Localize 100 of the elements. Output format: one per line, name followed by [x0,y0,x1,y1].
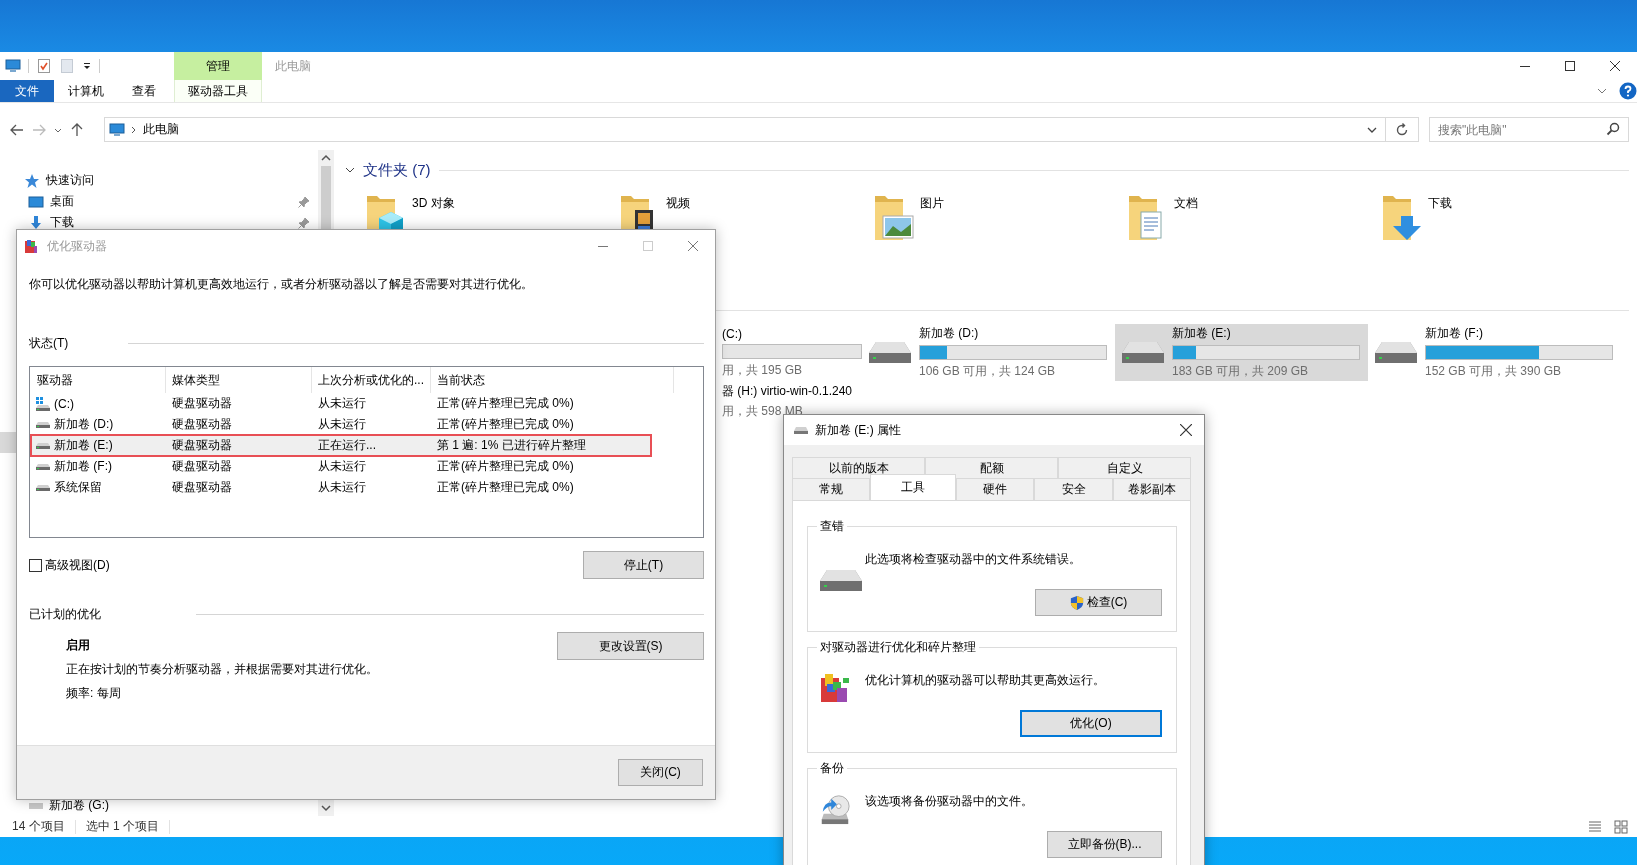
hard-drive-icon [1374,339,1418,366]
help-icon[interactable] [1619,82,1637,100]
search-field[interactable]: 搜索"此电脑" [1429,117,1629,142]
tab[interactable]: 工具 [870,474,957,500]
star-icon [24,172,40,189]
ribbon-tab[interactable]: 驱动器工具 [174,80,262,102]
media-type-cell-text: 硬盘驱动器 [171,458,233,475]
drive-cell: 新加卷 (D:) [31,414,166,435]
tab[interactable]: 配额 [925,457,1058,478]
nav-item[interactable]: 下载 [0,212,318,233]
status-cell-text: 正常(碎片整理已完成 0%) [436,416,575,433]
last-run-cell-text: 从未运行 [317,458,367,475]
drive-row[interactable]: 新加卷 (E:) 硬盘驱动器 正在运行... 第 1 遍: 1% 已进行碎片整理 [31,435,651,456]
computer-icon [109,121,125,138]
tab[interactable]: 卷影副本 [1112,478,1192,500]
defragment-icon [819,672,851,704]
selection-count: 选中 1 个项目 [85,818,160,835]
drive-row[interactable]: 新加卷 (F:) 硬盘驱动器 从未运行 正常(碎片整理已完成 0%) [31,456,674,477]
shield-icon [1069,594,1084,611]
backup-disc-icon [819,793,851,825]
dropdown-icon[interactable] [82,61,92,71]
nav-item[interactable]: 快速访问 [0,170,318,191]
group-description: 优化计算机的驱动器可以帮助其更高效运行。 [865,672,1106,688]
backup-button[interactable]: 立即备份(B)... [1047,831,1162,858]
properties-icon[interactable] [36,58,52,74]
drive-icon [35,442,51,449]
ribbon-tab[interactable]: 查看 [118,80,170,102]
tab[interactable]: 硬件 [956,478,1035,500]
drive-item[interactable]: 新加卷 (F:) 152 GB 可用，共 390 GB [1368,324,1621,381]
item-count: 14 个项目 [12,818,65,835]
hard-drive-icon [819,568,863,594]
group-title: 对驱动器进行优化和碎片整理 [819,639,977,655]
column-header[interactable]: 上次分析或优化的... [312,367,431,393]
drive-icon [29,802,43,809]
drive-item[interactable]: 新加卷 (E:) 183 GB 可用，共 209 GB [1115,324,1368,381]
search-icon [1605,121,1621,137]
up-arrow-icon[interactable] [69,121,85,138]
dialog-title: 优化驱动器 [47,237,107,255]
schedule-frequency: 频率: 每周 [66,685,122,701]
optimize-button[interactable]: 优化(O) [1020,710,1162,737]
column-header[interactable]: 媒体类型 [166,367,312,393]
close-icon [1180,424,1192,436]
tab[interactable]: 安全 [1034,478,1113,500]
selected-nav-item-highlight [0,432,16,453]
change-settings-button[interactable]: 更改设置(S) [557,632,704,660]
status-cell-text: 第 1 遍: 1% 已进行碎片整理 [436,437,587,454]
breadcrumb-item[interactable]: 此电脑 [143,121,179,138]
drive-row[interactable]: (C:) 硬盘驱动器 从未运行 正常(碎片整理已完成 0%) [31,393,674,414]
group-title: 备份 [819,760,845,776]
advanced-view-checkbox[interactable]: 高级视图(D) [29,556,110,574]
section-label: 已计划的优化 [29,605,101,623]
status-cell-text: 正常(碎片整理已完成 0%) [436,458,575,475]
group-heading[interactable]: 文件夹 (7) [363,160,431,180]
status-cell-text: 正常(碎片整理已完成 0%) [436,479,575,496]
schedule-description: 正在按计划的节奏分析驱动器，并根据需要对其进行优化。 [66,661,378,677]
column-header[interactable]: 当前状态 [431,367,674,393]
tab[interactable]: 以前的版本 [792,457,925,478]
folder-item[interactable]: 图片 [864,192,1118,248]
drive-row[interactable]: 系统保留 硬盘驱动器 从未运行 正常(碎片整理已完成 0%) [31,477,674,498]
minimize-icon [597,245,608,247]
drive-cell: 新加卷 (F:) [31,456,166,477]
maximize-icon [1564,61,1575,71]
collapse-chevron-icon[interactable] [345,165,355,175]
ribbon-tab[interactable]: 文件 [0,80,54,102]
hard-drive-icon [1121,339,1165,366]
media-type-cell-text: 硬盘驱动器 [171,437,233,454]
address-bar[interactable]: 此电脑 [104,117,1386,142]
refresh-button[interactable] [1386,117,1419,142]
pin-icon[interactable] [298,195,310,208]
maximize-icon [642,241,653,251]
last-run-cell-text: 从未运行 [317,416,367,433]
group-description: 此选项将检查驱动器中的文件系统错误。 [865,551,1082,567]
tab[interactable]: 常规 [792,478,871,500]
drive-icon [35,463,51,470]
ribbon-tab[interactable]: 计算机 [54,80,118,102]
folder-item[interactable]: 文档 [1118,192,1372,248]
tab[interactable]: 自定义 [1058,457,1191,478]
large-icons-view-icon[interactable] [1613,818,1629,835]
folder-item[interactable]: 下载 [1372,192,1626,248]
pin-icon[interactable] [298,216,310,229]
drive-icon [35,421,51,428]
drive-item[interactable]: 新加卷 (D:) 106 GB 可用，共 124 GB [862,324,1115,381]
nav-item[interactable]: 桌面 [0,191,318,212]
system-drive-icon [35,396,51,411]
check-button[interactable]: 检查(C) [1035,589,1162,616]
nav-item[interactable]: 新加卷 (G:) [0,795,318,816]
expand-ribbon-icon[interactable] [1597,86,1607,96]
close-dialog-button[interactable]: 关闭(C) [618,759,703,786]
drive-icon [35,484,51,491]
computer-icon[interactable] [5,58,21,74]
column-header[interactable]: 驱动器 [31,367,166,393]
breadcrumb-chevron-icon[interactable] [130,125,138,134]
stop-button[interactable]: 停止(T) [583,551,704,579]
drive-row[interactable]: 新加卷 (D:) 硬盘驱动器 从未运行 正常(碎片整理已完成 0%) [31,414,674,435]
description-text: 你可以优化驱动器以帮助计算机更高效地运行，或者分析驱动器以了解是否需要对其进行优化。 [29,276,534,292]
section-label: 状态(T) [29,334,69,352]
media-type-cell-text: 硬盘驱动器 [171,479,233,496]
media-type-cell-text: 硬盘驱动器 [171,416,233,433]
drive-cell: 新加卷 (E:) [31,435,166,456]
drive-cell: 系统保留 [31,477,166,498]
